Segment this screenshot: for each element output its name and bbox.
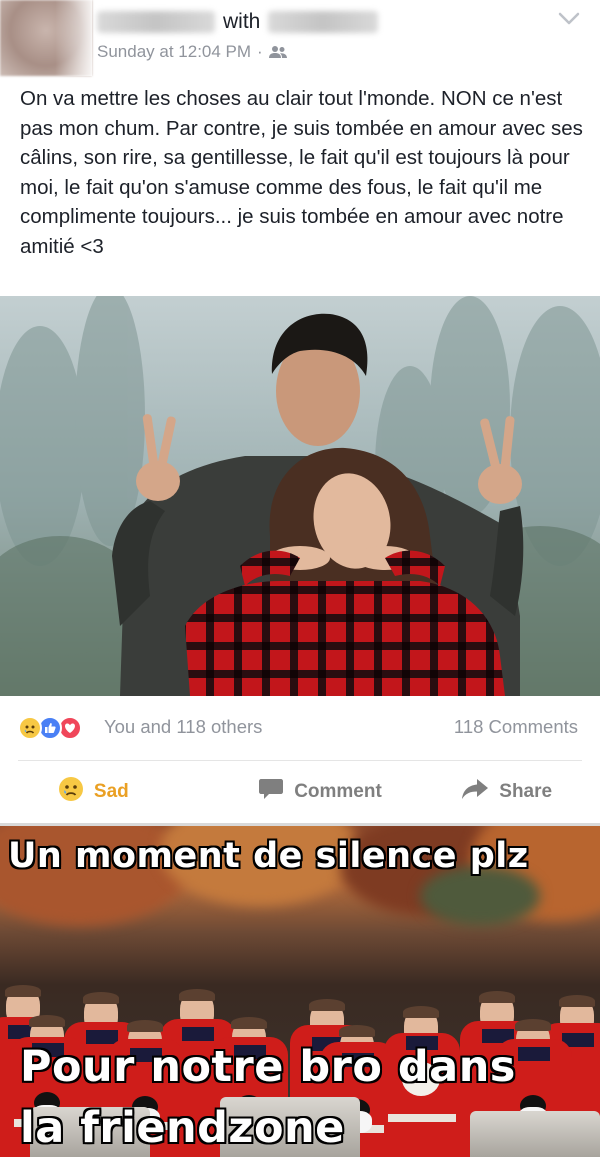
reactions-summary[interactable]: You and 118 others [104, 716, 262, 738]
photo-couple-illustration [0, 296, 600, 696]
facebook-post: with Sunday at 12:04 PM · On va mettre l… [0, 0, 600, 823]
sad-label: Sad [93, 781, 129, 802]
friends-icon[interactable] [268, 45, 287, 59]
reactions-row: You and 118 others 118 Comments [0, 700, 600, 758]
action-bar: Sad Comment Share [0, 762, 600, 822]
timestamp[interactable]: Sunday at 12:04 PM [97, 42, 251, 62]
share-label: Share [499, 781, 553, 802]
post-text: On va mettre les choses au clair tout l'… [20, 87, 589, 258]
meta-separator: · [257, 42, 263, 61]
sad-reaction-button[interactable]: Sad [0, 762, 227, 822]
post-photo[interactable] [0, 296, 600, 696]
comment-button[interactable]: Comment [227, 762, 414, 822]
with-label: with [223, 10, 261, 33]
gravestone [470, 1111, 600, 1157]
meme-bottom-caption-line1: Pour notre bro dans [19, 1041, 516, 1093]
meme-top-caption: Un moment de silence plz [7, 835, 529, 877]
avatar-fade [0, 0, 92, 76]
share-arrow-icon [461, 778, 489, 806]
comment-icon [258, 777, 284, 807]
meme-bottom-caption-line2: la friendzone [19, 1102, 345, 1154]
comment-label: Comment [294, 781, 382, 802]
sad-reaction-icon [18, 716, 42, 740]
sad-emoji-icon [58, 776, 84, 808]
divider [18, 760, 582, 761]
share-button[interactable]: Share [413, 762, 600, 822]
author-name-blurred[interactable] [97, 11, 215, 33]
comments-count[interactable]: 118 Comments [454, 716, 578, 738]
reaction-icons[interactable] [18, 716, 98, 740]
post-header: with [97, 8, 379, 36]
post-meta: Sunday at 12:04 PM · [97, 42, 287, 62]
chevron-down-icon[interactable] [558, 12, 580, 26]
tagged-name-blurred[interactable] [268, 11, 379, 33]
